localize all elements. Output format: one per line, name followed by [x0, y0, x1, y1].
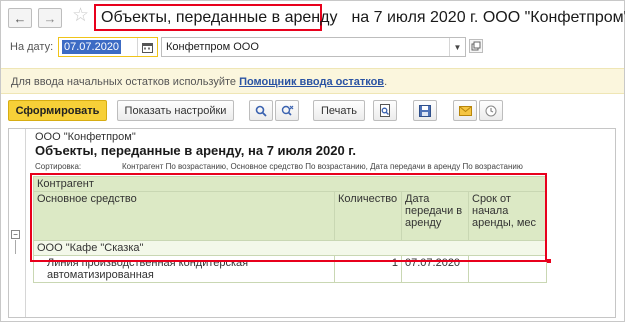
page-title-rest: на 7 июля 2020 г. ООО "Конфетпром" [351, 9, 625, 26]
info-bar: Для ввода начальных остатков используйте… [1, 68, 624, 94]
clock-icon [485, 105, 497, 116]
info-text-prefix: Для ввода начальных остатков используйте [11, 76, 240, 88]
forward-button[interactable]: → [38, 8, 62, 28]
search-cancel-button[interactable] [275, 100, 299, 121]
search-clear-icon [281, 105, 293, 116]
open-organization-button[interactable] [469, 39, 483, 53]
info-text: Для ввода начальных остатков используйте… [11, 76, 387, 88]
save-button[interactable] [413, 100, 437, 121]
organization-field[interactable]: Конфетпром ООО ▼ [161, 37, 466, 57]
report-title: Объекты, переданные в аренду, на 7 июля … [35, 143, 357, 158]
collapse-group-toggle[interactable]: − [11, 230, 20, 239]
open-link-icon [471, 41, 481, 51]
date-field[interactable]: 07.07.2020 [58, 37, 158, 57]
tree-gutter-divider [25, 129, 26, 317]
date-label: На дату: [10, 41, 54, 53]
dropdown-arrow-icon[interactable]: ▼ [449, 38, 465, 56]
envelope-icon [458, 105, 472, 116]
search-button[interactable] [249, 100, 273, 121]
print-button[interactable]: Печать [313, 100, 365, 121]
page-title: Объекты, переданные в аренду на 7 июля 20… [101, 9, 625, 27]
organization-field-value: Конфетпром ООО [166, 41, 259, 53]
report-organization: ООО "Конфетпром" [35, 131, 136, 143]
info-text-suffix: . [384, 76, 388, 88]
opening-balances-assistant-link[interactable]: Помощник ввода остатков [239, 76, 384, 88]
print-preview-icon [380, 104, 390, 117]
highlight-corner-marker [547, 259, 551, 263]
back-button[interactable]: ← [8, 8, 32, 28]
search-icon [255, 105, 267, 117]
calendar-icon [142, 42, 153, 53]
arrow-left-icon: ← [13, 10, 27, 26]
tree-connector [15, 240, 16, 254]
show-settings-button[interactable]: Показать настройки [117, 100, 234, 121]
date-field-value: 07.07.2020 [62, 40, 122, 54]
send-email-button[interactable] [453, 100, 477, 121]
table-highlight-box [30, 173, 547, 262]
save-disk-icon [419, 104, 431, 117]
sort-value: Контрагент По возрастанию, Основное сред… [122, 162, 523, 171]
calendar-button[interactable] [137, 38, 157, 56]
page-title-highlighted: Объекты, переданные в аренду [101, 9, 338, 26]
arrow-right-icon: → [43, 10, 57, 26]
sort-label: Сортировка: [35, 162, 82, 171]
favorite-star-icon[interactable]: ☆ [72, 6, 89, 26]
print-preview-button[interactable] [373, 100, 397, 121]
history-button[interactable] [479, 100, 503, 121]
generate-button[interactable]: Сформировать [8, 100, 107, 121]
